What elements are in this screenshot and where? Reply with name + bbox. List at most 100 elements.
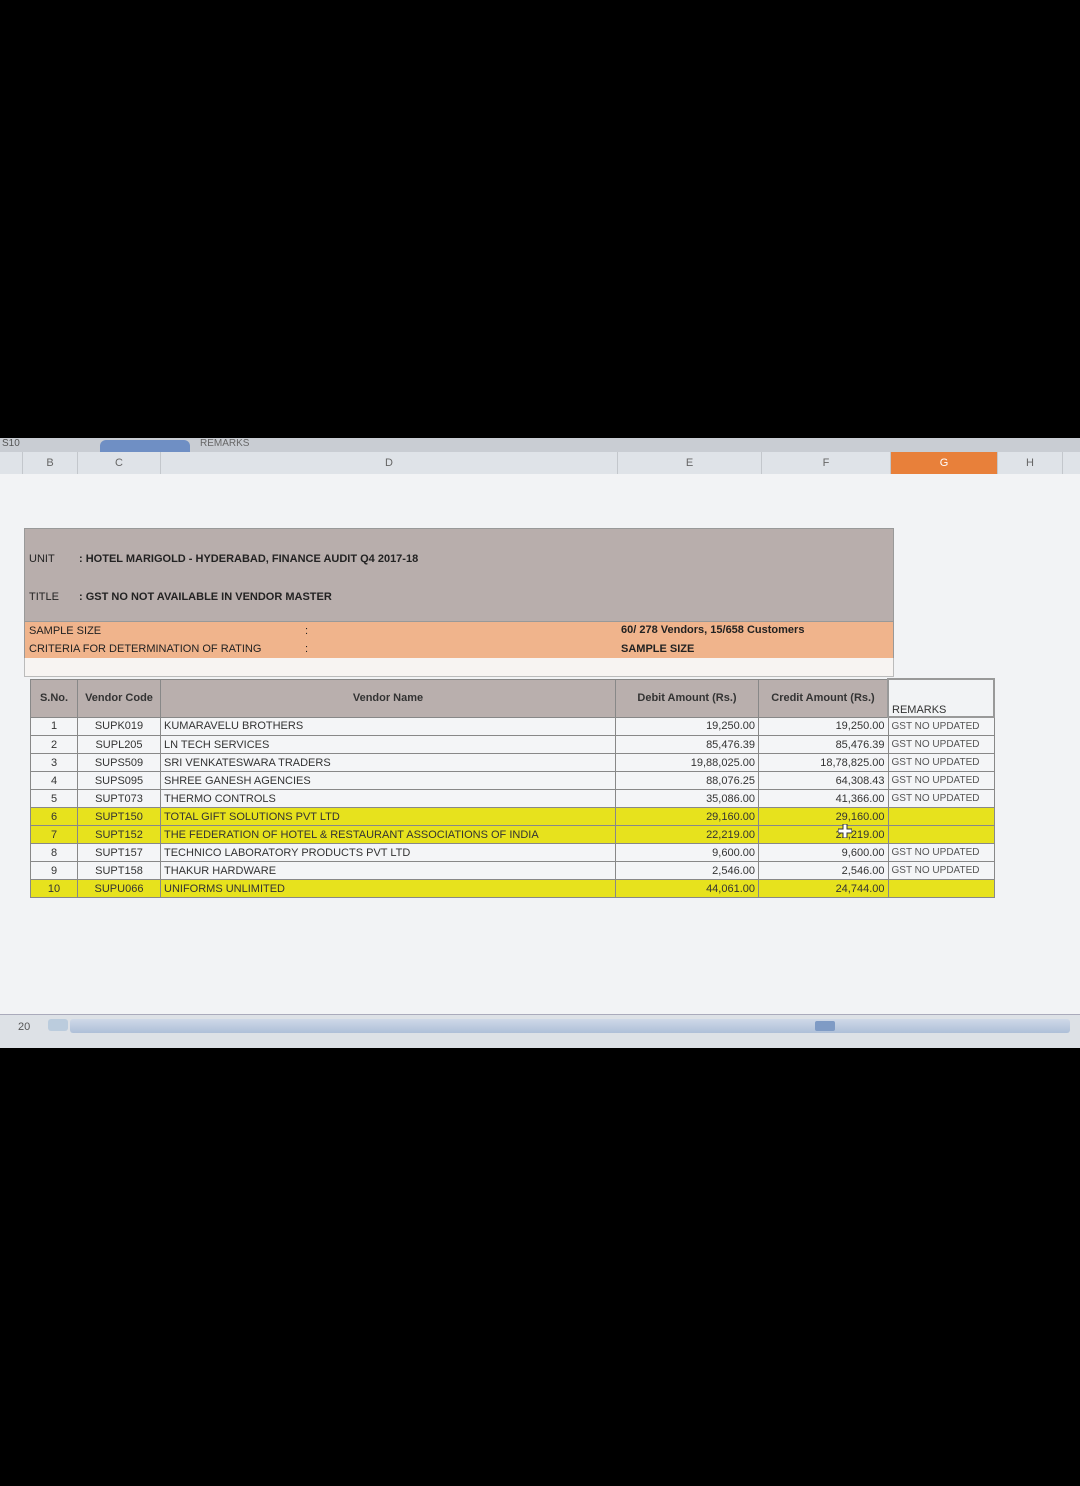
cell-vendor-code[interactable]: SUPU066 [77, 879, 161, 898]
spacer-row [24, 658, 894, 677]
formula-tab[interactable] [100, 440, 190, 452]
formula-bar-strip: S10 REMARKS [0, 438, 1080, 452]
cell-vendor-code[interactable]: SUPK019 [77, 716, 161, 736]
column-header-h[interactable]: H [998, 452, 1063, 474]
cell-remarks[interactable]: GST NO UPDATED [887, 843, 995, 862]
table-row: 5 SUPT073 THERMO CONTROLS 35,086.00 41,366.0… [30, 789, 995, 808]
column-header-c[interactable]: C [78, 452, 161, 474]
sheet-nav-icon[interactable] [48, 1019, 68, 1031]
title-value: : GST NO NOT AVAILABLE IN VENDOR MASTER [79, 591, 332, 603]
cell-credit-amount[interactable]: 9,600.00 [758, 843, 889, 862]
horizontal-scrollbar[interactable] [70, 1019, 1070, 1033]
cell-credit-amount[interactable]: 24,744.00 [758, 879, 889, 898]
spreadsheet-screen: S10 REMARKS B C D E F G H UNIT : HOTEL M… [0, 438, 1080, 1048]
cell-sno[interactable]: 8 [30, 843, 78, 862]
cell-remarks[interactable] [887, 879, 995, 898]
criteria-label: CRITERIA FOR DETERMINATION OF RATING [29, 643, 262, 655]
header-remarks[interactable]: REMARKS [887, 678, 995, 718]
table-row: 1 SUPK019 KUMARAVELU BROTHERS 19,250.00 19,2… [30, 716, 995, 736]
table-row: 6 SUPT150 TOTAL GIFT SOLUTIONS PVT LTD 29,1… [30, 807, 995, 826]
cell-remarks[interactable] [887, 825, 995, 844]
cell-remarks[interactable]: GST NO UPDATED [887, 771, 995, 790]
cell-vendor-name[interactable]: THE FEDERATION OF HOTEL & RESTAURANT ASS… [160, 825, 616, 844]
cell-credit-amount[interactable]: 29,160.00 [758, 807, 889, 826]
cell-remarks[interactable]: GST NO UPDATED [887, 716, 995, 736]
cell-credit-amount[interactable]: 19,250.00 [758, 716, 889, 736]
cell-sno[interactable]: 9 [30, 861, 78, 880]
table-row: 3 SUPS509 SRI VENKATESWARA TRADERS 19,88,02… [30, 753, 995, 772]
cell-sno[interactable]: 7 [30, 825, 78, 844]
cell-vendor-code[interactable]: SUPT152 [77, 825, 161, 844]
formula-content: REMARKS [200, 438, 250, 449]
cell-remarks[interactable]: GST NO UPDATED [887, 789, 995, 808]
cell-sno[interactable]: 1 [30, 716, 78, 736]
table-row: 2 SUPL205 LN TECH SERVICES 85,476.39 85,476.… [30, 735, 995, 754]
cell-vendor-name[interactable]: UNIFORMS UNLIMITED [160, 879, 616, 898]
cell-vendor-code[interactable]: SUPT150 [77, 807, 161, 826]
criteria-colon: : [305, 643, 309, 655]
cell-sno[interactable]: 6 [30, 807, 78, 826]
cell-debit-amount[interactable]: 19,250.00 [615, 716, 759, 736]
cell-vendor-code[interactable]: SUPT158 [77, 861, 161, 880]
cell-remarks[interactable]: GST NO UPDATED [887, 753, 995, 772]
cell-remarks[interactable] [887, 807, 995, 826]
vendor-table: S.No. Vendor Code Vendor Name Debit Amou… [30, 678, 995, 898]
cell-remarks[interactable]: GST NO UPDATED [887, 735, 995, 754]
cell-sno[interactable]: 2 [30, 735, 78, 754]
header-vendor-code[interactable]: Vendor Code [77, 678, 161, 718]
cell-credit-amount[interactable]: 22,219.00 [758, 825, 889, 844]
cell-credit-amount[interactable]: 18,78,825.00 [758, 753, 889, 772]
cell-vendor-name[interactable]: THERMO CONTROLS [160, 789, 616, 808]
cell-debit-amount[interactable]: 2,546.00 [615, 861, 759, 880]
sample-size-value: 60/ 278 Vendors, 15/658 Customers [621, 624, 805, 636]
cell-vendor-name[interactable]: SRI VENKATESWARA TRADERS [160, 753, 616, 772]
unit-value: : HOTEL MARIGOLD - HYDERABAD, FINANCE AU… [79, 553, 419, 565]
cell-reference[interactable]: S10 [2, 438, 20, 449]
cell-vendor-code[interactable]: SUPT157 [77, 843, 161, 862]
cell-vendor-name[interactable]: KUMARAVELU BROTHERS [160, 716, 616, 736]
column-header-b[interactable]: B [23, 452, 78, 474]
column-header-g[interactable]: G [891, 452, 998, 474]
table-header-row: S.No. Vendor Code Vendor Name Debit Amou… [30, 678, 995, 718]
cell-debit-amount[interactable]: 22,219.00 [615, 825, 759, 844]
cell-credit-amount[interactable]: 41,366.00 [758, 789, 889, 808]
header-vendor-name[interactable]: Vendor Name [160, 678, 616, 718]
column-header-d[interactable]: D [161, 452, 618, 474]
header-debit-amount[interactable]: Debit Amount (Rs.) [615, 678, 759, 718]
cell-vendor-name[interactable]: TOTAL GIFT SOLUTIONS PVT LTD [160, 807, 616, 826]
cell-credit-amount[interactable]: 85,476.39 [758, 735, 889, 754]
cell-credit-amount[interactable]: 2,546.00 [758, 861, 889, 880]
cell-debit-amount[interactable]: 85,476.39 [615, 735, 759, 754]
cell-credit-amount[interactable]: 64,308.43 [758, 771, 889, 790]
column-headers: B C D E F G H [0, 452, 1080, 475]
cell-sno[interactable]: 5 [30, 789, 78, 808]
unit-label: UNIT [29, 553, 55, 565]
cell-vendor-name[interactable]: SHREE GANESH AGENCIES [160, 771, 616, 790]
cell-vendor-code[interactable]: SUPS095 [77, 771, 161, 790]
cell-vendor-name[interactable]: TECHNICO LABORATORY PRODUCTS PVT LTD [160, 843, 616, 862]
header-sno[interactable]: S.No. [30, 678, 78, 718]
cell-vendor-name[interactable]: LN TECH SERVICES [160, 735, 616, 754]
cell-sno[interactable]: 3 [30, 753, 78, 772]
sample-size-colon: : [305, 625, 309, 637]
cell-debit-amount[interactable]: 19,88,025.00 [615, 753, 759, 772]
cell-vendor-code[interactable]: SUPL205 [77, 735, 161, 754]
column-header-f[interactable]: F [762, 452, 891, 474]
cell-vendor-code[interactable]: SUPT073 [77, 789, 161, 808]
cell-vendor-code[interactable]: SUPS509 [77, 753, 161, 772]
cell-debit-amount[interactable]: 88,076.25 [615, 771, 759, 790]
cell-debit-amount[interactable]: 29,160.00 [615, 807, 759, 826]
cell-remarks[interactable]: GST NO UPDATED [887, 861, 995, 880]
cell-debit-amount[interactable]: 35,086.00 [615, 789, 759, 808]
worksheet-area[interactable]: UNIT : HOTEL MARIGOLD - HYDERABAD, FINAN… [0, 474, 1080, 1034]
select-all-corner[interactable] [0, 452, 23, 474]
cell-debit-amount[interactable]: 44,061.00 [615, 879, 759, 898]
table-row: 9 SUPT158 THAKUR HARDWARE 2,546.00 2,546.00 G… [30, 861, 995, 880]
header-credit-amount[interactable]: Credit Amount (Rs.) [758, 678, 889, 718]
cell-debit-amount[interactable]: 9,600.00 [615, 843, 759, 862]
cell-vendor-name[interactable]: THAKUR HARDWARE [160, 861, 616, 880]
column-header-e[interactable]: E [618, 452, 762, 474]
scrollbar-thumb[interactable] [815, 1021, 835, 1031]
cell-sno[interactable]: 4 [30, 771, 78, 790]
cell-sno[interactable]: 10 [30, 879, 78, 898]
